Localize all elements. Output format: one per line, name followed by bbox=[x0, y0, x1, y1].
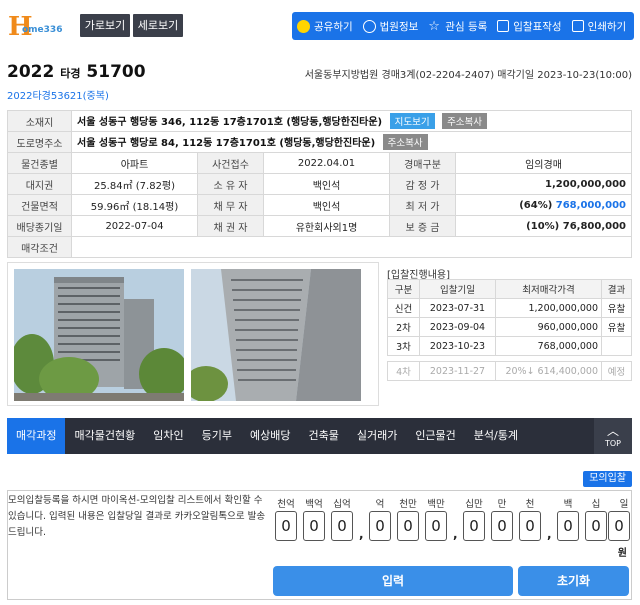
appraisal-label: 감 정 가 bbox=[389, 173, 456, 195]
chevron-up-icon: ︿ bbox=[606, 424, 619, 438]
share-button[interactable]: 공유하기 bbox=[292, 12, 358, 40]
site-logo[interactable]: H ome336 bbox=[8, 12, 62, 42]
table-row: 2차 2023-09-04 960,000,000 유찰 bbox=[387, 317, 632, 337]
received-label: 사건접수 bbox=[197, 152, 264, 174]
auction-type-label: 경매구분 bbox=[389, 152, 456, 174]
star-icon: ☆ bbox=[428, 18, 440, 34]
digit-input[interactable]: 0 bbox=[369, 511, 391, 541]
owner-value: 백인석 bbox=[263, 173, 390, 195]
digit-input[interactable]: 0 bbox=[331, 511, 353, 541]
table-row: 3차 2023-10-23 768,000,000 bbox=[387, 336, 632, 356]
road-address-value: 서울 성동구 행당로 84, 112동 17층1701호 (행당동,행당한진타운… bbox=[71, 131, 632, 153]
location-value: 서울 성동구 행당동 346, 112동 17층1701호 (행당동,행당한진타… bbox=[71, 110, 632, 132]
print-icon bbox=[571, 20, 584, 32]
deadline-value: 2022-07-04 bbox=[71, 215, 198, 237]
copy-road-address-button[interactable]: 주소복사 bbox=[382, 134, 428, 150]
vertical-view-button[interactable]: 세로보기 bbox=[133, 14, 183, 37]
top-bar: H ome336 가로보기 세로보기 공유하기 법원정보 ☆ 관심 등록 입찰표작… bbox=[0, 0, 640, 52]
building-value: 59.96㎡ (18.14평) bbox=[71, 194, 198, 216]
kakao-icon bbox=[297, 19, 310, 33]
digit-input[interactable]: 0 bbox=[463, 511, 485, 541]
min-price-value: (64%) 768,000,000 bbox=[455, 194, 632, 216]
debtor-value: 백인석 bbox=[263, 194, 390, 216]
property-photo-1[interactable] bbox=[14, 269, 184, 401]
building-label: 건물면적 bbox=[7, 194, 72, 216]
condition-value bbox=[71, 236, 632, 258]
tab-transaction-price[interactable]: 실거래가 bbox=[348, 418, 406, 454]
auction-type-value: 임의경매 bbox=[455, 152, 632, 174]
digit-input[interactable]: 0 bbox=[557, 511, 579, 541]
digit-input[interactable]: 0 bbox=[303, 511, 325, 541]
bid-progress-table: 구분 입찰기일 최저매각가격 결과 신건 2023-07-31 1,200,00… bbox=[387, 279, 632, 381]
digit-unit-labels: 천억 백억 십억 억 천만 백만 십만 만 천 백 십 일 bbox=[277, 499, 629, 510]
road-address-label: 도로명주소 bbox=[7, 131, 72, 153]
property-photo-2[interactable] bbox=[191, 269, 361, 401]
land-label: 대지권 bbox=[7, 173, 72, 195]
creditor-value: 유한회사외1명 bbox=[263, 215, 390, 237]
court-info-button[interactable]: 법원정보 bbox=[358, 12, 424, 40]
tab-registry[interactable]: 등기부 bbox=[193, 418, 241, 454]
section-tab-bar: 매각과정 매각물건현황 임차인 등기부 예상배당 건축물 실거래가 인근물건 분… bbox=[7, 418, 632, 454]
photo-gallery bbox=[7, 262, 379, 406]
digit-input[interactable]: 0 bbox=[425, 511, 447, 541]
deadline-label: 배당종기일 bbox=[7, 215, 72, 237]
action-toolbar: 공유하기 법원정보 ☆ 관심 등록 입찰표작성 인쇄하기 bbox=[292, 12, 634, 40]
bid-form-button[interactable]: 입찰표작성 bbox=[492, 12, 566, 40]
tab-sale-process[interactable]: 매각과정 bbox=[7, 418, 66, 454]
mock-bid-description: 모의입찰등록을 하시면 마이옥션-모의입찰 리스트에서 확인할 수 있습니다. … bbox=[8, 495, 266, 538]
deposit-value: (10%) 76,800,000 bbox=[455, 215, 632, 237]
min-price-label: 최 저 가 bbox=[389, 194, 456, 216]
debtor-label: 채 무 자 bbox=[197, 194, 264, 216]
related-case-link[interactable]: 2022타경53621(중복) bbox=[7, 87, 109, 102]
creditor-label: 채 권 자 bbox=[197, 215, 264, 237]
deposit-label: 보 증 금 bbox=[389, 215, 456, 237]
digit-input[interactable]: 0 bbox=[275, 511, 297, 541]
type-label: 물건종별 bbox=[7, 152, 72, 174]
mock-bid-badge[interactable]: 모의입찰 bbox=[583, 471, 632, 487]
horizontal-view-button[interactable]: 가로보기 bbox=[80, 14, 130, 37]
property-info-table: 소재지 서울 성동구 행당동 346, 112동 17층1701호 (행당동,행… bbox=[7, 110, 632, 258]
received-value: 2022.04.01 bbox=[263, 152, 390, 174]
case-number: 2022 타경 51700 bbox=[7, 62, 146, 82]
digit-input[interactable]: 0 bbox=[491, 511, 513, 541]
tab-tenants[interactable]: 임차인 bbox=[144, 418, 192, 454]
mock-bid-panel: 모의입찰등록을 하시면 마이옥션-모의입찰 리스트에서 확인할 수 있습니다. … bbox=[7, 490, 632, 600]
condition-label: 매각조건 bbox=[7, 236, 72, 258]
reset-button[interactable]: 초기화 bbox=[518, 566, 629, 596]
owner-label: 소 유 자 bbox=[197, 173, 264, 195]
court-info: 서울동부지방법원 경매3계(02-2204-2407) 매각기일 2023-10… bbox=[304, 70, 632, 81]
tab-property-status[interactable]: 매각물건현황 bbox=[65, 418, 144, 454]
tab-building[interactable]: 건축물 bbox=[299, 418, 347, 454]
digit-input[interactable]: 0 bbox=[608, 511, 630, 541]
digit-input[interactable]: 0 bbox=[397, 511, 419, 541]
digit-input[interactable]: 0 bbox=[519, 511, 541, 541]
court-icon bbox=[362, 19, 376, 33]
favorite-button[interactable]: ☆ 관심 등록 bbox=[423, 12, 492, 40]
appraisal-value: 1,200,000,000 bbox=[455, 173, 632, 195]
land-value: 25.84㎡ (7.82평) bbox=[71, 173, 198, 195]
table-row: 신건 2023-07-31 1,200,000,000 유찰 bbox=[387, 298, 632, 318]
table-header-row: 구분 입찰기일 최저매각가격 결과 bbox=[387, 279, 632, 299]
type-value: 아파트 bbox=[71, 152, 198, 174]
digit-input[interactable]: 0 bbox=[585, 511, 607, 541]
submit-bid-button[interactable]: 입력 bbox=[273, 566, 513, 596]
print-button[interactable]: 인쇄하기 bbox=[567, 12, 632, 40]
form-icon bbox=[497, 20, 510, 32]
location-label: 소재지 bbox=[7, 110, 72, 132]
tab-expected-dividend[interactable]: 예상배당 bbox=[241, 418, 299, 454]
tab-analysis[interactable]: 분석/통계 bbox=[465, 418, 527, 454]
won-unit: 원 bbox=[617, 548, 627, 559]
tab-nearby-properties[interactable]: 인근물건 bbox=[406, 418, 464, 454]
map-view-button[interactable]: 지도보기 bbox=[389, 113, 435, 129]
table-row: 4차 2023-11-27 20%↓ 614,400,000 예정 bbox=[387, 361, 632, 381]
copy-address-button[interactable]: 주소복사 bbox=[442, 113, 488, 129]
scroll-top-button[interactable]: ︿ TOP bbox=[594, 418, 632, 454]
